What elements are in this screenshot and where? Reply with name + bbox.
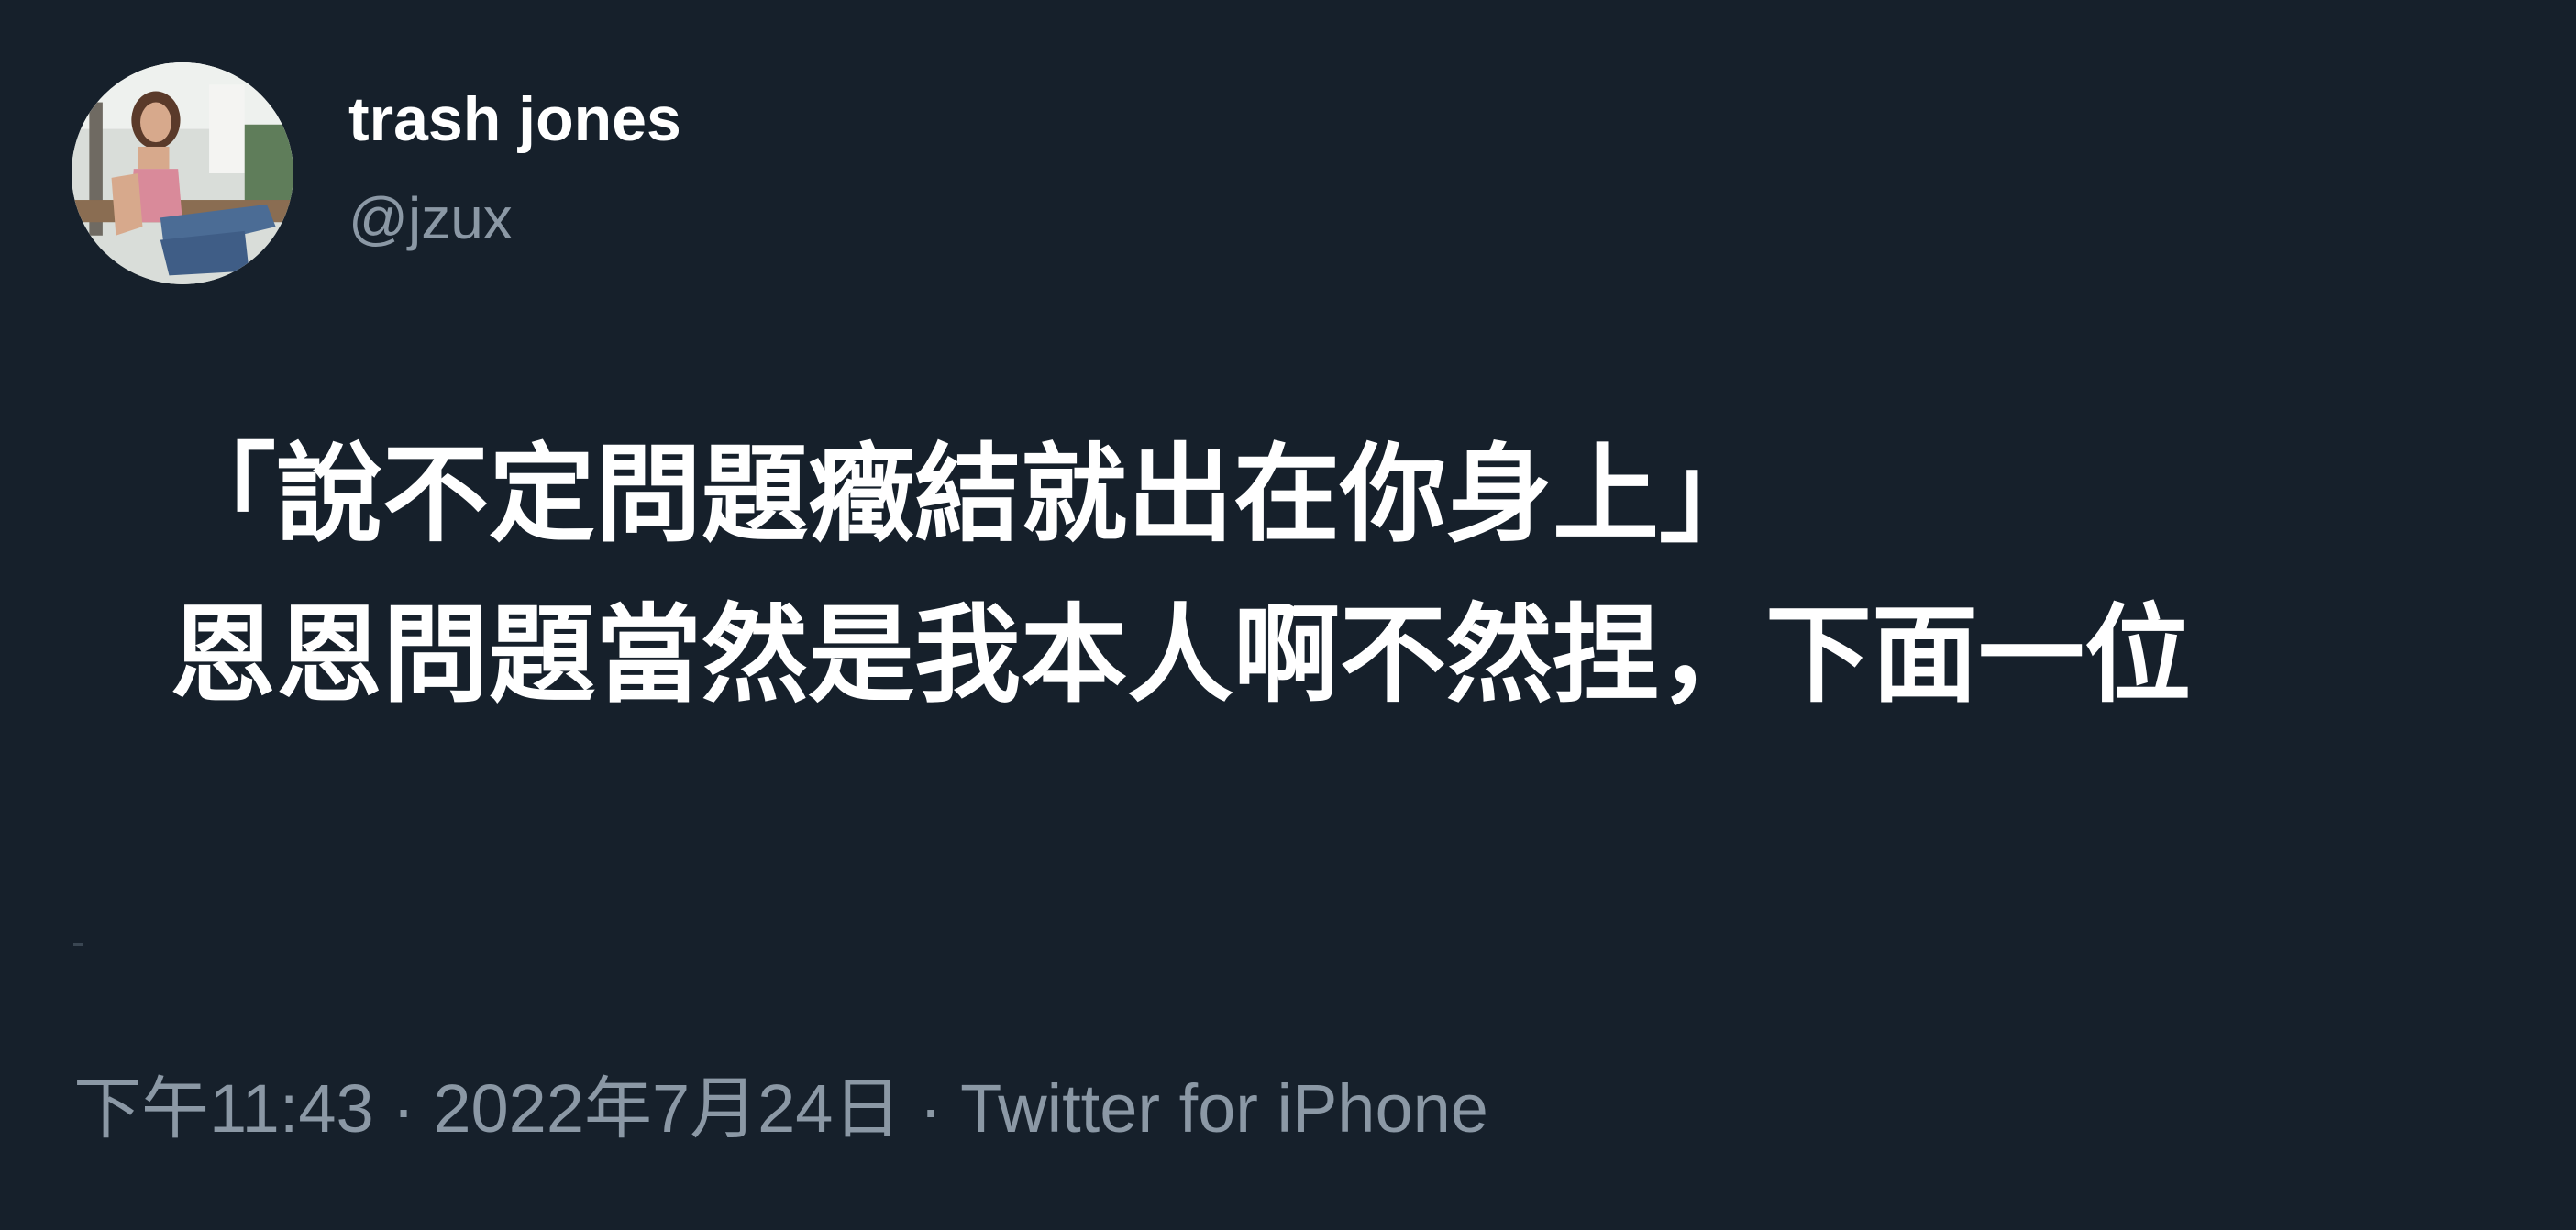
- tweet-text-line: 「說不定問題癥結就出在你身上」: [170, 432, 1765, 557]
- user-handle[interactable]: @jzux: [348, 189, 513, 248]
- tweet-meta: 下午11:43 · 2022年7月24日 · Twitter for iPhone: [73, 1075, 1488, 1143]
- avatar-photo: [72, 62, 293, 284]
- tweet-card: trash jones @jzux 「說不定問題癥結就出在你身上」 恩恩問題當然…: [0, 0, 2576, 1230]
- tweet-source[interactable]: Twitter for iPhone: [960, 1070, 1488, 1147]
- tweet-text: 「說不定問題癥結就出在你身上」 恩恩問題當然是我本人啊不然捏，下面一位: [170, 415, 2462, 736]
- tweet-time[interactable]: 下午11:43: [73, 1070, 374, 1147]
- tweet-text-line: 恩恩問題當然是我本人啊不然捏，下面一位: [170, 593, 2191, 717]
- meta-separator: ·: [392, 1070, 415, 1147]
- tweet-date[interactable]: 2022年7月24日: [433, 1070, 901, 1147]
- meta-separator: ·: [919, 1070, 943, 1147]
- avatar[interactable]: [72, 62, 293, 284]
- divider-mark: [73, 943, 83, 946]
- display-name[interactable]: trash jones: [348, 88, 681, 150]
